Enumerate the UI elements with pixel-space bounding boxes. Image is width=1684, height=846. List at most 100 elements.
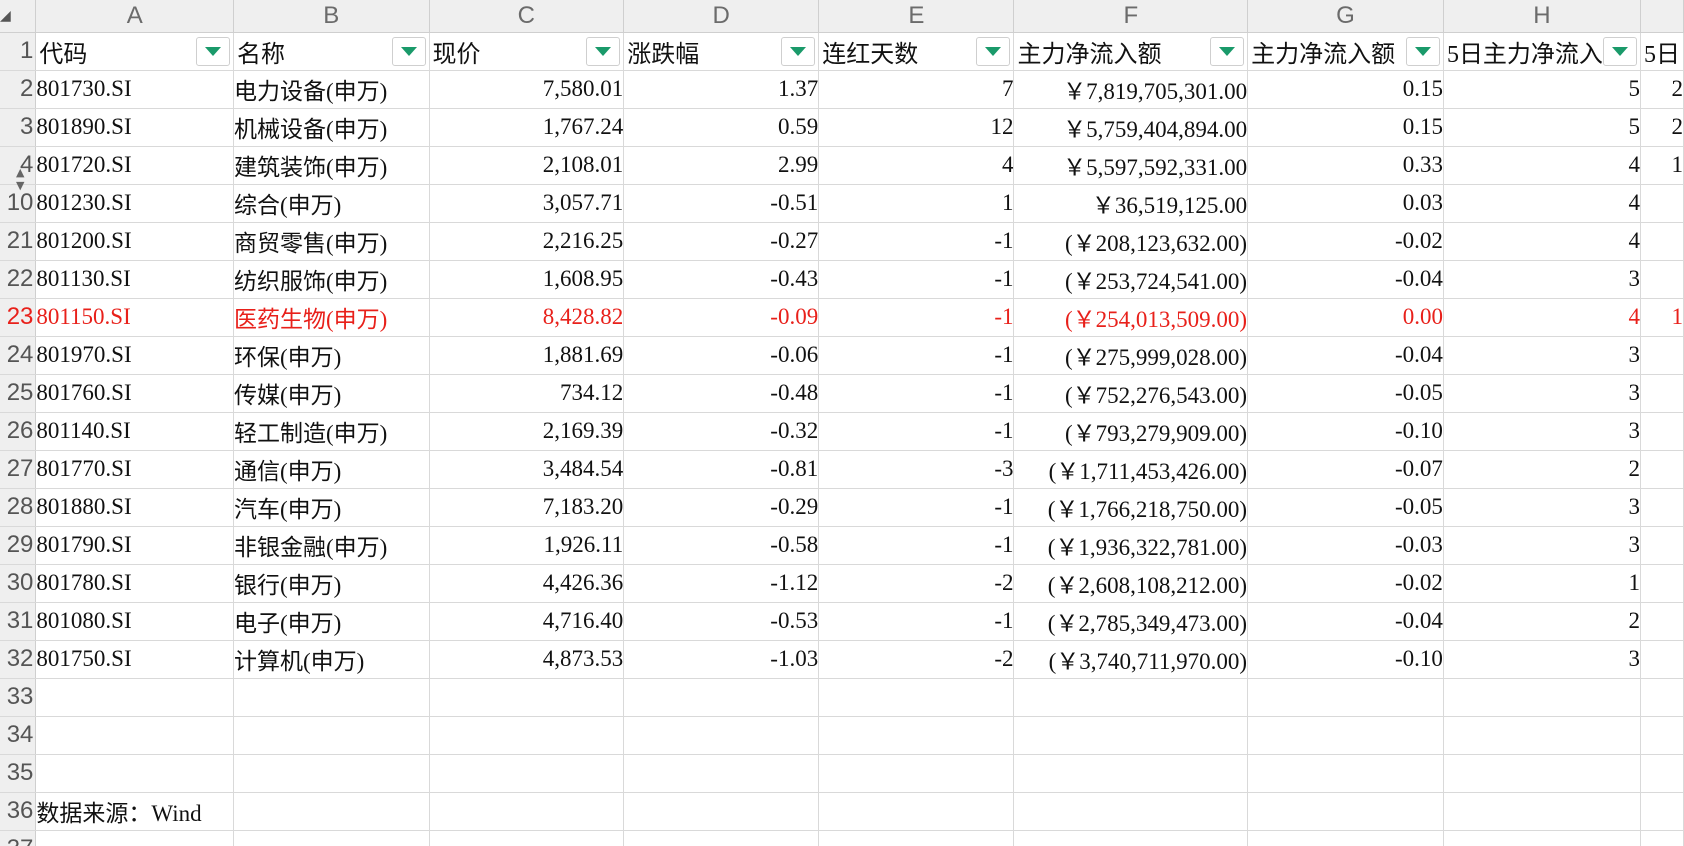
cell-d5b[interactable] — [1640, 412, 1684, 451]
empty-cell[interactable] — [1013, 678, 1249, 717]
empty-cell[interactable] — [1443, 792, 1641, 831]
cell-code[interactable]: 801080.SI — [35, 602, 235, 641]
cell-inflow[interactable]: (￥1,711,453,426.00) — [1013, 450, 1249, 489]
empty-cell[interactable] — [623, 678, 820, 717]
filter-dropdown-icon[interactable] — [196, 36, 231, 66]
cell-change[interactable]: -0.06 — [623, 336, 820, 375]
cell-change[interactable]: -0.09 — [623, 298, 820, 337]
cell-inflow[interactable]: (￥752,276,543.00) — [1013, 374, 1249, 413]
row-number[interactable]: 26 — [0, 412, 37, 451]
empty-cell[interactable] — [1443, 716, 1641, 755]
cell-d5b[interactable]: 1 — [1640, 146, 1684, 185]
empty-cell[interactable] — [1640, 716, 1684, 755]
empty-cell[interactable] — [1247, 716, 1444, 755]
row-number[interactable]: 22 — [0, 260, 37, 299]
empty-cell[interactable] — [1013, 830, 1249, 846]
cell-d5[interactable]: 1 — [1443, 564, 1641, 603]
row-number[interactable]: 24 — [0, 336, 37, 375]
cell-ratio[interactable]: 0.00 — [1247, 298, 1444, 337]
cell-code[interactable]: 801730.SI — [35, 70, 235, 109]
empty-cell[interactable] — [623, 792, 820, 831]
row-number[interactable]: 3 — [0, 108, 37, 147]
empty-cell[interactable] — [623, 830, 820, 846]
header-cell[interactable]: 名称 — [233, 32, 430, 71]
row-number[interactable]: 35 — [0, 754, 37, 793]
cell-d5[interactable]: 3 — [1443, 260, 1641, 299]
cell-d5b[interactable] — [1640, 222, 1684, 261]
header-cell[interactable]: 5日 — [1640, 32, 1684, 71]
cell-ratio[interactable]: -0.02 — [1247, 564, 1444, 603]
cell-code[interactable]: 801790.SI — [35, 526, 235, 565]
empty-cell[interactable] — [1247, 678, 1444, 717]
empty-cell[interactable] — [818, 754, 1015, 793]
cell-ratio[interactable]: -0.02 — [1247, 222, 1444, 261]
empty-cell[interactable] — [35, 678, 235, 717]
cell-price[interactable]: 2,169.39 — [429, 412, 625, 451]
header-cell[interactable]: 主力净流入额 — [1247, 32, 1444, 71]
column-header-c[interactable]: C — [429, 0, 625, 33]
cell-d5[interactable]: 5 — [1443, 70, 1641, 109]
cell-name[interactable]: 非银金融(申万) — [233, 526, 430, 565]
row-number[interactable]: 36 — [0, 792, 37, 831]
cell-inflow[interactable]: (￥1,766,218,750.00) — [1013, 488, 1249, 527]
row-number[interactable]: 30 — [0, 564, 37, 603]
cell-ratio[interactable]: -0.10 — [1247, 640, 1444, 679]
cell-d5[interactable]: 3 — [1443, 374, 1641, 413]
cell-inflow[interactable]: (￥2,608,108,212.00) — [1013, 564, 1249, 603]
row-number[interactable]: 31 — [0, 602, 37, 641]
cell-days[interactable]: 12 — [818, 108, 1015, 147]
cell-ratio[interactable]: 0.03 — [1247, 184, 1444, 223]
cell-change[interactable]: -0.51 — [623, 184, 820, 223]
cell-ratio[interactable]: -0.05 — [1247, 374, 1444, 413]
cell-inflow[interactable]: (￥2,785,349,473.00) — [1013, 602, 1249, 641]
empty-cell[interactable] — [1640, 830, 1684, 846]
cell-days[interactable]: -2 — [818, 640, 1015, 679]
cell-price[interactable]: 3,057.71 — [429, 184, 625, 223]
empty-cell[interactable] — [429, 830, 625, 846]
cell-name[interactable]: 传媒(申万) — [233, 374, 430, 413]
cell-change[interactable]: -0.48 — [623, 374, 820, 413]
cell-price[interactable]: 2,108.01 — [429, 146, 625, 185]
cell-price[interactable]: 4,873.53 — [429, 640, 625, 679]
cell-d5[interactable]: 2 — [1443, 450, 1641, 489]
cell-price[interactable]: 734.12 — [429, 374, 625, 413]
cell-change[interactable]: 1.37 — [623, 70, 820, 109]
cell-code[interactable]: 801760.SI — [35, 374, 235, 413]
column-header-g[interactable]: G — [1247, 0, 1444, 33]
empty-cell[interactable] — [1640, 754, 1684, 793]
cell-change[interactable]: -1.03 — [623, 640, 820, 679]
filter-dropdown-icon[interactable] — [1602, 36, 1637, 66]
cell-days[interactable]: -1 — [818, 526, 1015, 565]
header-cell[interactable]: 主力净流入额 — [1013, 32, 1249, 71]
cell-code[interactable]: 801200.SI — [35, 222, 235, 261]
empty-cell[interactable] — [1443, 830, 1641, 846]
cell-days[interactable]: -1 — [818, 298, 1015, 337]
cell-ratio[interactable]: -0.03 — [1247, 526, 1444, 565]
cell-change[interactable]: 2.99 — [623, 146, 820, 185]
cell-price[interactable]: 4,426.36 — [429, 564, 625, 603]
cell-days[interactable]: -3 — [818, 450, 1015, 489]
filter-dropdown-icon[interactable] — [391, 36, 426, 66]
cell-d5b[interactable] — [1640, 260, 1684, 299]
empty-cell[interactable] — [818, 716, 1015, 755]
filter-dropdown-icon[interactable] — [586, 36, 621, 66]
cell-inflow[interactable]: ￥7,819,705,301.00 — [1013, 70, 1249, 109]
cell-change[interactable]: -0.58 — [623, 526, 820, 565]
cell-inflow[interactable]: (￥3,740,711,970.00) — [1013, 640, 1249, 679]
cell-code[interactable]: 801770.SI — [35, 450, 235, 489]
source-note[interactable]: 数据来源：Wind — [35, 792, 235, 831]
empty-cell[interactable] — [1013, 716, 1249, 755]
cell-change[interactable]: -1.12 — [623, 564, 820, 603]
cell-days[interactable]: -1 — [818, 260, 1015, 299]
empty-cell[interactable] — [233, 830, 430, 846]
cell-d5b[interactable]: 2 — [1640, 108, 1684, 147]
row-number[interactable]: 32 — [0, 640, 37, 679]
empty-cell[interactable] — [623, 716, 820, 755]
empty-cell[interactable] — [623, 754, 820, 793]
empty-cell[interactable] — [818, 792, 1015, 831]
cell-name[interactable]: 建筑装饰(申万) — [233, 146, 430, 185]
empty-cell[interactable] — [429, 754, 625, 793]
cell-code[interactable]: 801720.SI — [35, 146, 235, 185]
cell-d5b[interactable] — [1640, 564, 1684, 603]
empty-cell[interactable] — [1640, 678, 1684, 717]
